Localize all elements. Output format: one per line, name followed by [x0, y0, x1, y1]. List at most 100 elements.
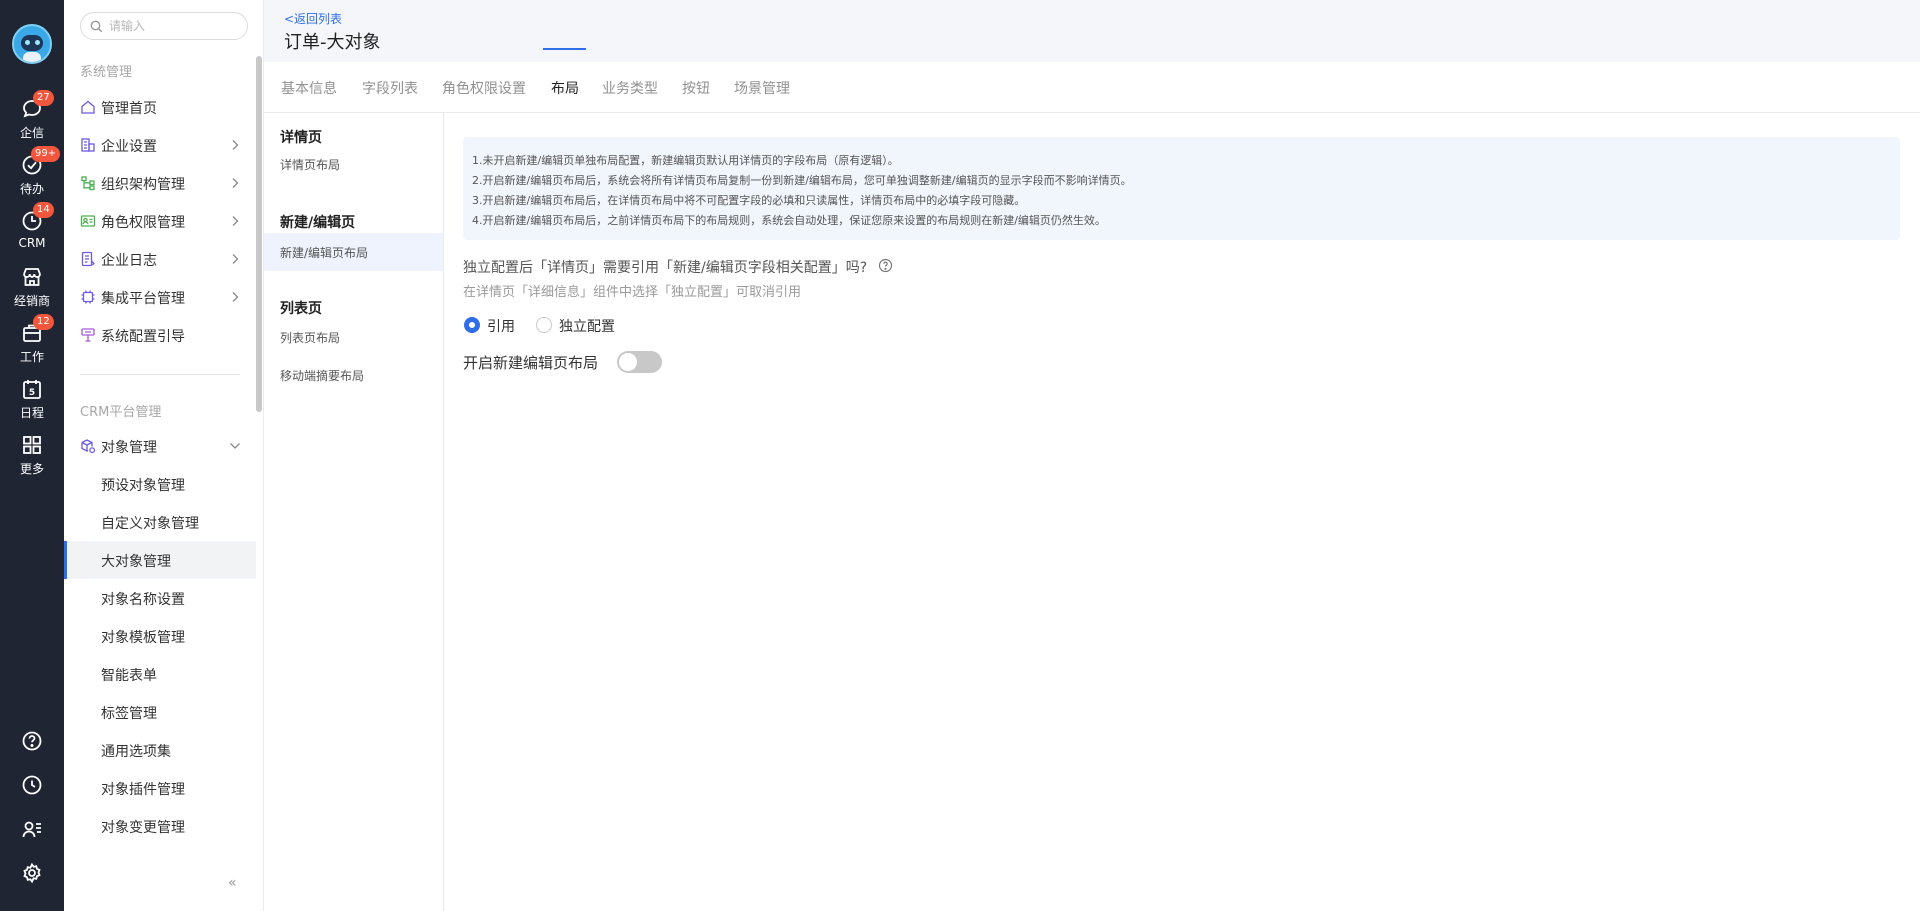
back-to-list-link[interactable]: <返回列表: [284, 10, 342, 27]
layout-section-detail: 详情页: [280, 130, 322, 146]
help-icon: [22, 731, 42, 751]
rail-item-todo[interactable]: 99+ 待办: [0, 146, 64, 204]
user-avatar[interactable]: [12, 24, 52, 64]
menu-item-enterprise-settings[interactable]: 企业设置: [64, 126, 256, 164]
rail-item-crm[interactable]: 14 CRM: [0, 202, 64, 260]
menu-sub-smart-forms[interactable]: 智能表单: [64, 655, 256, 693]
menu-item-role-permission[interactable]: 角色权限管理: [64, 202, 256, 240]
rail-item-work[interactable]: 12 工作: [0, 314, 64, 372]
menu-search[interactable]: [80, 12, 248, 40]
menu-group-crm: CRM平台管理: [80, 405, 162, 420]
object-tabs: 基本信息 字段列表 角色权限设置 布局 业务类型 按钮 场景管理: [264, 62, 1920, 113]
rail-item-calendar[interactable]: 5 日程: [0, 378, 64, 428]
rail-item-more[interactable]: 更多: [0, 434, 64, 484]
layout-section-edit: 新建/编辑页: [280, 215, 356, 231]
rail-contacts[interactable]: [0, 816, 64, 842]
layout-nav: 详情页 详情页布局 新建/编辑页 新建/编辑页布局 列表页 列表页布局 移动端摘…: [264, 113, 444, 911]
rail-item-label: CRM: [18, 236, 46, 250]
rail-settings[interactable]: [0, 860, 64, 886]
reference-question: 独立配置后「详情页」需要引用「新建/编辑页字段相关配置」吗?: [463, 260, 868, 276]
rail-item-label: 企信: [19, 126, 44, 140]
tab-buttons[interactable]: 按钮: [682, 78, 710, 98]
menu-sub-tag-management[interactable]: 标签管理: [64, 693, 256, 731]
rail-badge: 12: [33, 314, 54, 330]
calendar-day: 5: [29, 388, 35, 398]
system-menu: 系统管理 管理首页 企业设置 组织架构管理 角色权限管理 企业日志 集成平台管理…: [64, 0, 264, 911]
rail-item-label: 更多: [19, 462, 44, 476]
rail-history[interactable]: [0, 772, 64, 798]
menu-group-system: 系统管理: [80, 65, 133, 80]
app-rail: 27 企信 99+ 待办 14 CRM 经销商 12 工作 5 日程 更多: [0, 0, 64, 911]
menu-sub-object-plugins[interactable]: 对象插件管理: [64, 769, 256, 807]
tab-field-list[interactable]: 字段列表: [362, 78, 418, 98]
tab-scene-management[interactable]: 场景管理: [734, 78, 790, 98]
home-icon: [81, 100, 95, 114]
store-icon: [23, 268, 41, 286]
menu-item-integration-platform[interactable]: 集成平台管理: [64, 278, 256, 316]
menu-item-org-structure[interactable]: 组织架构管理: [64, 164, 256, 202]
notice-line: 2.开启新建/编辑页布局后，系统会将所有详情页布局复制一份到新建/编辑布局，您可…: [472, 174, 1132, 187]
radio-dot: [536, 317, 552, 333]
building-icon: [81, 138, 95, 152]
calendar-icon: 5: [23, 380, 41, 399]
menu-sub-option-sets[interactable]: 通用选项集: [64, 731, 256, 769]
chevron-right-icon: [232, 140, 239, 150]
menu-item-enterprise-log[interactable]: 企业日志: [64, 240, 256, 278]
chevron-right-icon: [232, 178, 239, 188]
question-help-icon[interactable]: [878, 258, 893, 273]
guide-icon: [81, 328, 95, 342]
layout-section-list: 列表页: [280, 301, 322, 317]
rail-badge: 14: [33, 202, 54, 218]
menu-search-input[interactable]: [109, 17, 241, 35]
menu-divider: [80, 374, 240, 375]
layout-item-list[interactable]: 列表页布局: [264, 318, 443, 356]
log-icon: [81, 251, 95, 267]
user-list-icon: [22, 821, 41, 838]
reference-hint: 在详情页「详细信息」组件中选择「独立配置」可取消引用: [463, 285, 802, 300]
menu-sub-preset-objects[interactable]: 预设对象管理: [64, 465, 256, 503]
rail-item-chat[interactable]: 27 企信: [0, 90, 64, 148]
tab-role-permissions[interactable]: 角色权限设置: [442, 78, 526, 98]
clock-icon: [22, 775, 42, 795]
tab-business-types[interactable]: 业务类型: [602, 78, 658, 98]
rail-item-label: 待办: [19, 182, 44, 196]
layout-item-edit[interactable]: 新建/编辑页布局: [264, 233, 443, 271]
layout-notice: 1.未开启新建/编辑页单独布局配置，新建编辑页默认用详情页的字段布局（原有逻辑）…: [463, 137, 1900, 240]
tab-basic-info[interactable]: 基本信息: [281, 78, 337, 98]
rail-help[interactable]: [0, 728, 64, 754]
edit-layout-toggle[interactable]: [617, 351, 662, 373]
rail-badge: 27: [33, 90, 54, 106]
rail-item-label: 经销商: [13, 294, 50, 308]
object-gear-icon: [81, 439, 96, 454]
grid-icon: [23, 436, 41, 454]
menu-sub-big-objects[interactable]: 大对象管理: [64, 541, 256, 579]
search-icon: [90, 20, 103, 33]
menu-sub-object-templates[interactable]: 对象模板管理: [64, 617, 256, 655]
id-card-icon: [80, 215, 96, 227]
chevron-right-icon: [232, 292, 239, 302]
menu-scrollbar[interactable]: [256, 56, 262, 412]
toggle-knob: [619, 353, 637, 371]
menu-sub-custom-objects[interactable]: 自定义对象管理: [64, 503, 256, 541]
layout-item-detail[interactable]: 详情页布局: [264, 145, 443, 183]
menu-sub-object-changes[interactable]: 对象变更管理: [64, 807, 256, 845]
rail-item-dealer[interactable]: 经销商: [0, 266, 64, 316]
layout-item-mobile-summary[interactable]: 移动端摘要布局: [264, 356, 443, 394]
chevron-right-icon: [232, 216, 239, 226]
chevron-down-icon: [230, 443, 240, 449]
notice-line: 3.开启新建/编辑页布局后，在详情页布局中将不可配置字段的必填和只读属性，详情页…: [472, 194, 1026, 207]
page-header: <返回列表 订单-大对象: [264, 0, 1920, 62]
active-tab-indicator: [543, 48, 586, 50]
chevron-right-icon: [232, 254, 239, 264]
page-title: 订单-大对象: [284, 32, 381, 53]
menu-item-object-management[interactable]: 对象管理: [64, 427, 256, 465]
tab-layout[interactable]: 布局: [551, 78, 579, 98]
menu-item-admin-home[interactable]: 管理首页: [64, 88, 256, 126]
notice-line: 4.开启新建/编辑页布局后，之前详情页布局下的布局规则，系统会自动处理，保证您原…: [472, 214, 1106, 227]
collapse-sidebar-button[interactable]: «: [228, 875, 237, 891]
menu-item-config-guide[interactable]: 系统配置引导: [64, 316, 256, 354]
chip-icon: [81, 290, 95, 304]
toggle-label: 开启新建编辑页布局: [463, 354, 599, 372]
menu-sub-object-naming[interactable]: 对象名称设置: [64, 579, 256, 617]
rail-item-label: 工作: [19, 350, 44, 364]
